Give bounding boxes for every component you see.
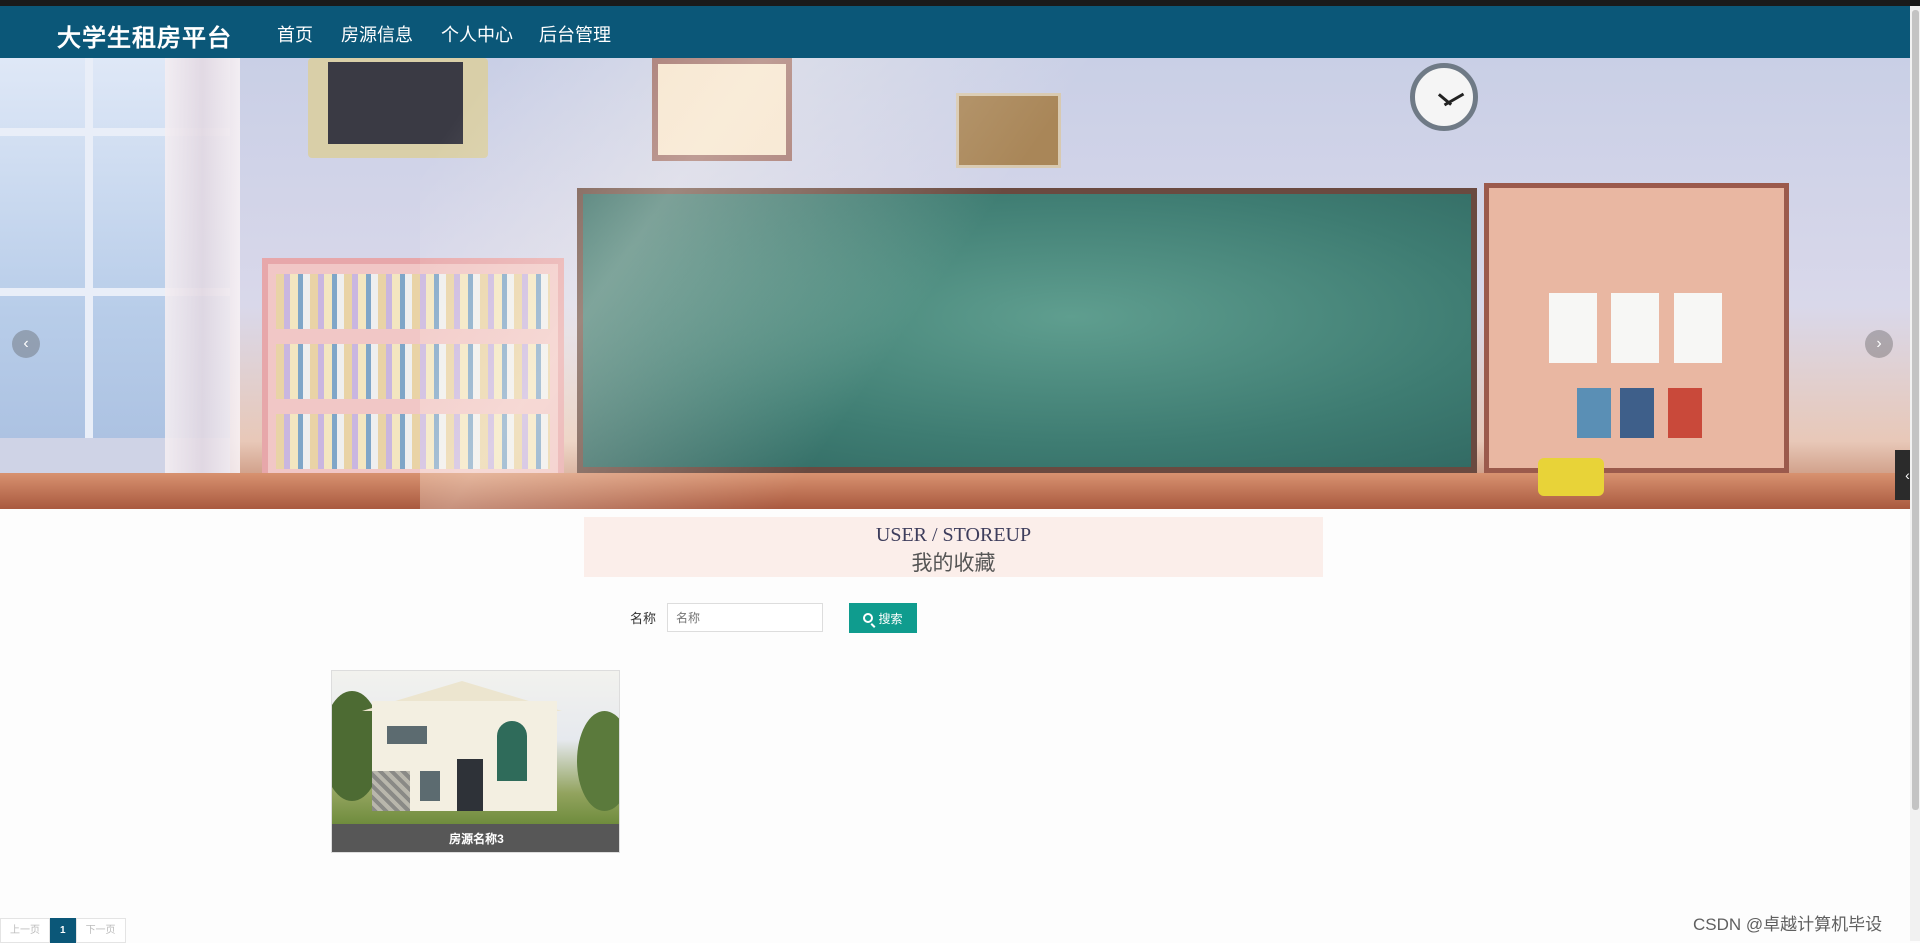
- site-brand[interactable]: 大学生租房平台: [57, 18, 232, 53]
- search-button[interactable]: 搜索: [849, 603, 917, 633]
- search-icon: [863, 613, 874, 623]
- top-navbar: 大学生租房平台 首页 房源信息 个人中心 后台管理: [0, 6, 1910, 61]
- banner-light-ray: [420, 58, 1320, 509]
- section-title-box: USER / STOREUP 我的收藏: [584, 517, 1323, 577]
- csdn-watermark: CSDN @卓越计算机毕设: [1693, 915, 1883, 934]
- nav-listings[interactable]: 房源信息: [341, 21, 413, 58]
- pagination-page-1[interactable]: 1: [50, 918, 76, 943]
- listing-name[interactable]: 房源名称3: [332, 824, 619, 852]
- search-name-input[interactable]: [667, 603, 823, 632]
- banner-yellow-box: [1538, 458, 1604, 496]
- search-name-label: 名称: [630, 611, 657, 626]
- banner-clock: [1410, 63, 1478, 131]
- hero-carousel[interactable]: ‹ ›: [0, 58, 1910, 509]
- banner-curtain: [165, 58, 240, 478]
- nav-personal-center[interactable]: 个人中心: [441, 21, 513, 58]
- search-button-label: 搜索: [878, 611, 903, 626]
- nav-admin[interactable]: 后台管理: [539, 21, 611, 58]
- scrollbar-thumb[interactable]: [1912, 10, 1919, 810]
- nav-home[interactable]: 首页: [277, 21, 313, 61]
- listing-photo[interactable]: [332, 671, 619, 824]
- carousel-prev-arrow-icon[interactable]: ‹: [12, 330, 40, 358]
- banner-notice-board: [1484, 183, 1789, 473]
- carousel-next-arrow-icon[interactable]: ›: [1865, 330, 1893, 358]
- pagination-prev-button[interactable]: 上一页: [0, 918, 50, 943]
- section-title-en: USER / STOREUP: [875, 524, 1032, 546]
- pagination: 上一页 1 下一页: [0, 918, 126, 943]
- favorite-listing-card[interactable]: 房源名称3: [331, 670, 620, 853]
- pagination-next-button[interactable]: 下一页: [75, 918, 126, 943]
- section-title-cn: 我的收藏: [911, 551, 996, 575]
